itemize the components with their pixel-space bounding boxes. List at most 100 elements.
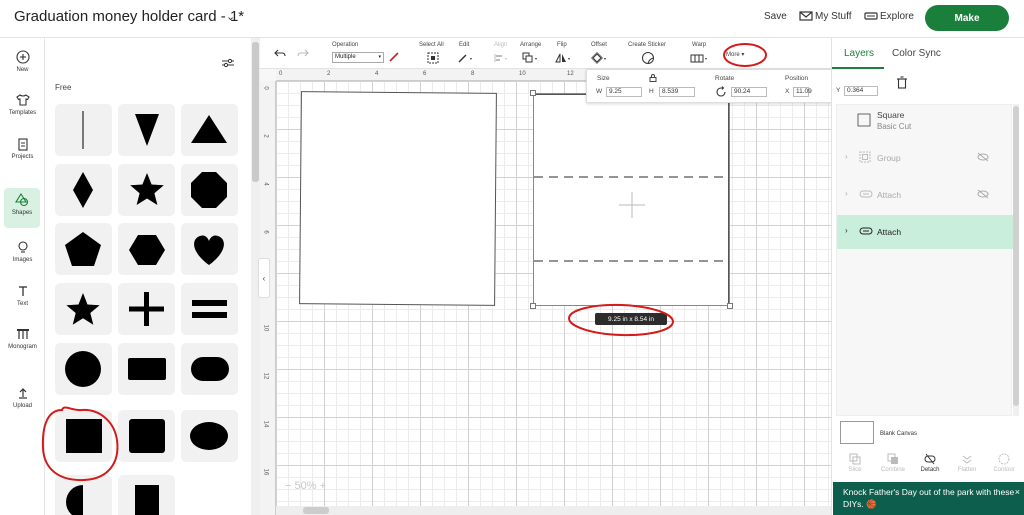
card-left-shape[interactable]: [299, 91, 497, 306]
shape-tile-triangle[interactable]: [181, 104, 238, 156]
edit-label: Edit: [459, 42, 470, 48]
shape-tile-circle[interactable]: [55, 343, 112, 395]
resize-handle-bottom-right[interactable]: [727, 303, 733, 309]
nav-monogram[interactable]: Monogram: [0, 327, 45, 350]
undo-icon[interactable]: [274, 48, 286, 58]
collapse-panel-button[interactable]: ‹: [258, 258, 270, 298]
canvas-horizontal-scrollbar[interactable]: [276, 506, 831, 515]
tab-color-sync[interactable]: Color Sync: [892, 48, 941, 59]
nav-shapes[interactable]: Shapes: [4, 188, 40, 228]
arrange-icon[interactable]: [522, 52, 540, 64]
sticker-icon[interactable]: [641, 51, 655, 65]
shape-tile-equals[interactable]: [181, 283, 238, 335]
expand-chevron-icon[interactable]: ›: [845, 189, 848, 198]
combine-button[interactable]: Combine: [874, 453, 912, 473]
y-input[interactable]: 0.364: [844, 86, 878, 96]
shape-tile-star-small[interactable]: [55, 283, 112, 335]
filter-icon[interactable]: [221, 58, 235, 68]
diamond-icon: [73, 172, 93, 208]
shape-panel-scroll-thumb[interactable]: [252, 42, 259, 182]
layers-scrollbar[interactable]: [1013, 104, 1019, 416]
color-pen-icon[interactable]: [388, 51, 400, 63]
nav-upload[interactable]: Upload: [0, 386, 45, 409]
shape-tile-cross[interactable]: [118, 283, 175, 335]
w-label: W: [596, 88, 603, 95]
canvas-scroll-thumb[interactable]: [303, 507, 329, 514]
shape-tile-diamond[interactable]: [55, 164, 112, 216]
more-dropdown[interactable]: More ▾: [726, 51, 744, 58]
detach-button[interactable]: Detach: [911, 453, 949, 473]
flatten-button[interactable]: Flatten: [948, 453, 986, 473]
redo-icon[interactable]: [297, 48, 309, 58]
height-input[interactable]: 8.539: [659, 87, 695, 97]
arrange-label: Arrange: [520, 42, 542, 48]
shirt-icon: [15, 94, 30, 106]
make-button[interactable]: Make: [925, 5, 1009, 31]
toast-close-icon[interactable]: ×: [1015, 486, 1020, 498]
warp-icon[interactable]: [690, 52, 710, 64]
zoom-out-button[interactable]: −: [285, 480, 291, 492]
lock-icon[interactable]: [649, 74, 657, 82]
save-button[interactable]: Save: [764, 11, 787, 22]
resize-handle-top-left[interactable]: [530, 90, 536, 96]
shape-tile-octagon[interactable]: [181, 164, 238, 216]
toast-text: Knock Father's Day out of the park with …: [843, 487, 1015, 509]
selection-box[interactable]: [533, 93, 730, 306]
offset-icon[interactable]: [591, 52, 609, 64]
resize-handle-bottom-left[interactable]: [530, 303, 536, 309]
shape-tile-pentagon[interactable]: [55, 223, 112, 275]
select-all-icon[interactable]: [427, 52, 439, 64]
shape-tile-pill[interactable]: [181, 343, 238, 395]
edit-pencil-icon[interactable]: [457, 52, 475, 64]
layer-row-attach[interactable]: › Attach: [837, 178, 1013, 212]
nav-text[interactable]: Text: [0, 284, 45, 307]
zoom-in-button[interactable]: +: [320, 480, 326, 492]
eye-hidden-icon[interactable]: [977, 189, 989, 199]
design-canvas[interactable]: 0 2 4 6 8 10 12 0 2 4 6 8 10 12 14 16: [260, 69, 831, 515]
nav-images[interactable]: Images: [0, 240, 45, 263]
promo-toast[interactable]: Knock Father's Day out of the park with …: [833, 482, 1024, 515]
contour-button[interactable]: Contour: [985, 453, 1023, 473]
operation-select[interactable]: Multiple ▾: [332, 52, 384, 63]
flip-icon[interactable]: [555, 52, 573, 64]
shape-tile-star[interactable]: [118, 164, 175, 216]
shape-tile-rounded-rectangle[interactable]: [118, 343, 175, 395]
layer-row-group[interactable]: › Group: [837, 141, 1013, 175]
rotate-value: 90.24: [734, 88, 751, 95]
trash-icon[interactable]: [896, 76, 908, 89]
shape-tile-oval[interactable]: [181, 410, 238, 462]
expand-chevron-icon[interactable]: ›: [845, 226, 848, 235]
title-chevron-icon[interactable]: ⌄: [226, 10, 235, 23]
slice-button[interactable]: Slice: [836, 453, 874, 473]
x-value: 11.09: [796, 88, 812, 95]
explore-button[interactable]: Explore: [880, 11, 914, 22]
rotate-input[interactable]: 90.24: [731, 87, 767, 97]
nav-projects[interactable]: Projects: [0, 137, 45, 160]
my-stuff-button[interactable]: My Stuff: [815, 11, 852, 22]
layer-row-square[interactable]: Square Basic Cut: [837, 109, 1013, 141]
x-input[interactable]: 11.09: [793, 87, 812, 97]
half-circle-icon: [66, 485, 83, 515]
align-icon[interactable]: [493, 52, 511, 64]
shape-tile-hexagon[interactable]: [118, 223, 175, 275]
shape-tile-heart[interactable]: [181, 223, 238, 275]
shape-tile-square[interactable]: [55, 410, 112, 462]
shape-tile-square-partial[interactable]: [118, 475, 175, 515]
shape-tile-half-circle[interactable]: [55, 475, 112, 515]
tab-layers[interactable]: Layers: [844, 48, 874, 59]
shape-tile-line[interactable]: [55, 104, 112, 156]
layers-scroll-thumb[interactable]: [1013, 106, 1019, 406]
width-input[interactable]: 9.25: [606, 87, 642, 97]
nav-templates[interactable]: Templates: [0, 93, 45, 116]
expand-chevron-icon[interactable]: ›: [845, 152, 848, 161]
eye-hidden-icon[interactable]: [977, 152, 989, 162]
blank-canvas-swatch[interactable]: [840, 421, 874, 444]
align-label: Align: [494, 42, 508, 48]
shape-tile-inverted-triangle[interactable]: [118, 104, 175, 156]
layer-row-attach-selected[interactable]: › Attach: [837, 215, 1013, 249]
shape-tile-rounded-square[interactable]: [118, 410, 175, 462]
nav-new[interactable]: New: [0, 50, 45, 73]
project-title[interactable]: Graduation money holder card - 1*: [14, 8, 244, 25]
contour-icon: [998, 453, 1010, 465]
rotate-label: Rotate: [715, 75, 735, 82]
